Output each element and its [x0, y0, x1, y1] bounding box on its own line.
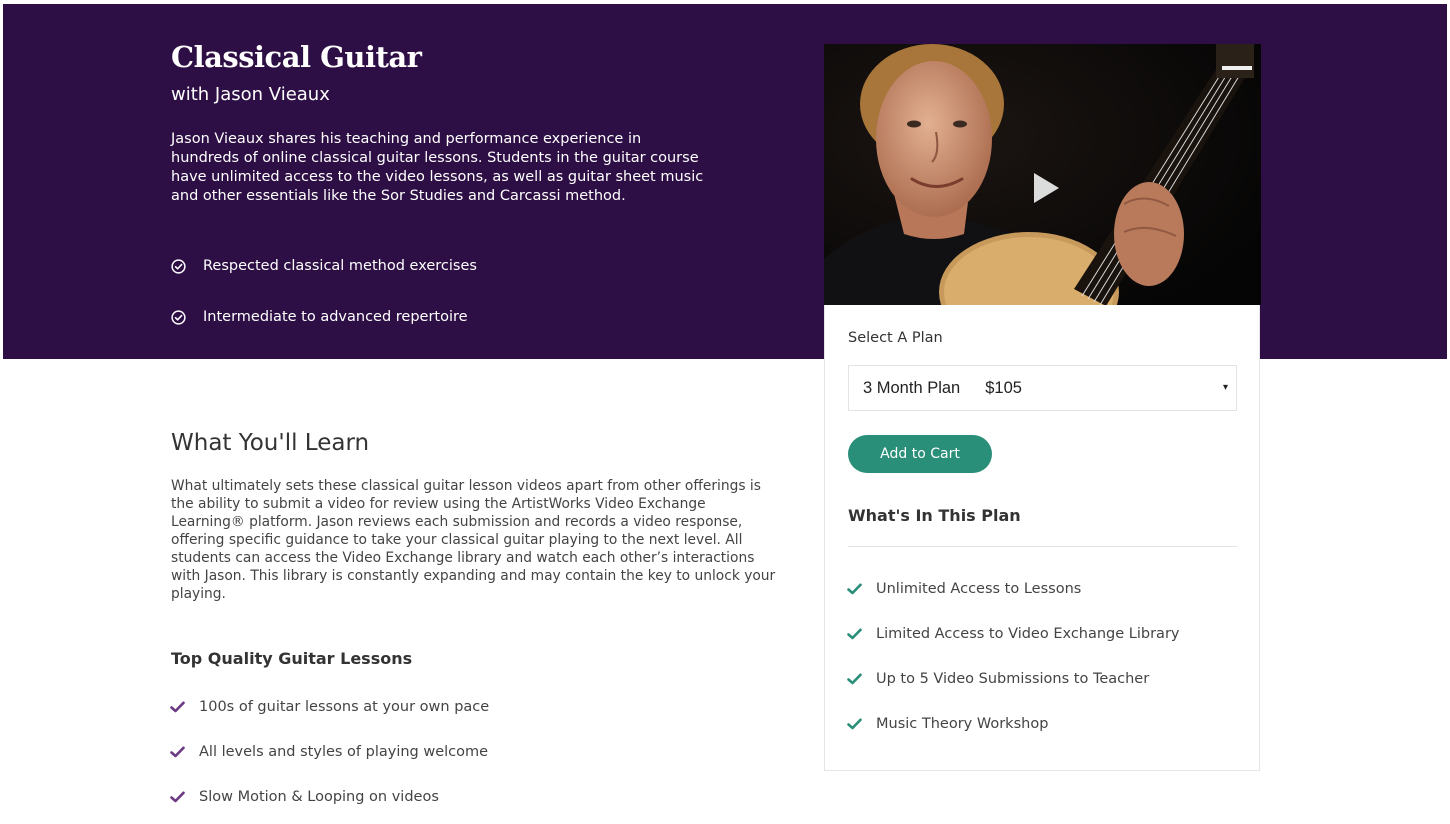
- plan-contents-heading: What's In This Plan: [848, 506, 1021, 525]
- plan-feature-item: Unlimited Access to Lessons: [847, 581, 1081, 597]
- select-plan-label: Select A Plan: [848, 330, 943, 346]
- hero-feature-label: Intermediate to advanced repertoire: [203, 309, 468, 325]
- selected-plan-name: 3 Month Plan: [863, 378, 961, 397]
- check-circle-icon: [171, 258, 186, 274]
- course-description: Jason Vieaux shares his teaching and per…: [171, 131, 704, 204]
- plan-divider: [848, 546, 1237, 547]
- add-to-cart-button[interactable]: Add to Cart: [848, 435, 992, 473]
- course-page: Classical Guitar with Jason Vieaux Jason…: [0, 0, 1450, 824]
- check-icon: [170, 791, 185, 803]
- hero-feature-label: Respected classical method exercises: [203, 258, 477, 274]
- lesson-feature-label: All levels and styles of playing welcome: [199, 744, 489, 760]
- check-icon: [847, 583, 862, 595]
- plan-feature-label: Up to 5 Video Submissions to Teacher: [876, 671, 1150, 687]
- chevron-down-icon: ▾: [1222, 382, 1228, 393]
- plan-feature-label: Limited Access to Video Exchange Library: [876, 626, 1180, 642]
- instructor-subtitle: with Jason Vieaux: [171, 84, 330, 105]
- learn-section-title: What You'll Learn: [171, 430, 370, 456]
- plan-feature-label: Music Theory Workshop: [876, 716, 1049, 732]
- hero-feature-item: Intermediate to advanced repertoire: [171, 309, 468, 325]
- check-icon: [847, 628, 862, 640]
- check-icon: [170, 701, 185, 713]
- selected-plan-price: $105: [985, 378, 1022, 397]
- check-icon: [847, 673, 862, 685]
- plan-select[interactable]: 3 Month Plan $105 ▾: [848, 365, 1237, 411]
- plan-feature-label: Unlimited Access to Lessons: [876, 581, 1082, 597]
- lesson-feature-item: 100s of guitar lessons at your own pace: [170, 699, 489, 715]
- hero-feature-item: Respected classical method exercises: [171, 258, 477, 274]
- lessons-heading: Top Quality Guitar Lessons: [171, 649, 413, 668]
- course-title: Classical Guitar: [171, 40, 422, 74]
- lesson-feature-item: Slow Motion & Looping on videos: [170, 789, 439, 805]
- plan-feature-item: Up to 5 Video Submissions to Teacher: [847, 671, 1149, 687]
- lesson-feature-label: Slow Motion & Looping on videos: [199, 789, 439, 805]
- plan-feature-item: Music Theory Workshop: [847, 716, 1048, 732]
- play-icon[interactable]: [1032, 172, 1060, 204]
- lesson-feature-label: 100s of guitar lessons at your own pace: [199, 699, 490, 715]
- check-icon: [170, 746, 185, 758]
- lesson-feature-item: All levels and styles of playing welcome: [170, 744, 488, 760]
- plan-feature-item: Limited Access to Video Exchange Library: [847, 626, 1180, 642]
- learn-section-body: What ultimately sets these classical gui…: [171, 478, 776, 602]
- check-icon: [847, 718, 862, 730]
- check-circle-icon: [171, 309, 186, 325]
